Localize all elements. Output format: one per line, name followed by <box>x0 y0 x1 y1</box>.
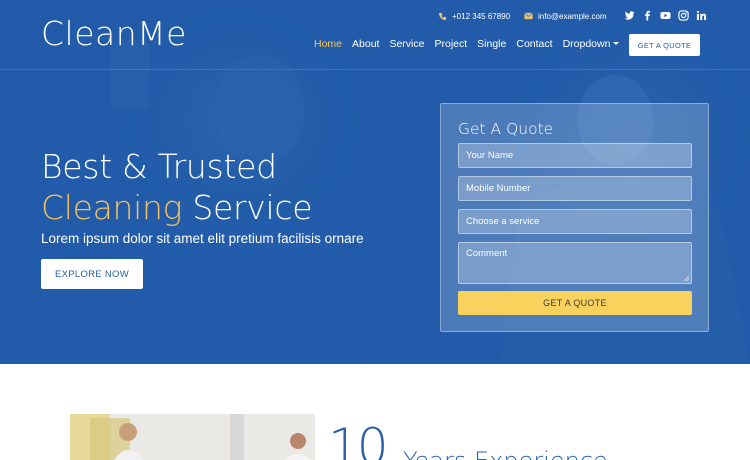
years-text: Years Experience <box>403 447 608 460</box>
quote-form-title: Get A Quote <box>458 120 554 138</box>
nav-single[interactable]: Single <box>477 38 506 50</box>
twitter-icon[interactable] <box>624 8 635 20</box>
name-field-placeholder: Your Name <box>466 150 514 161</box>
hero-headline-line1: Best & Trusted <box>41 147 277 186</box>
email-contact[interactable]: info@example.com <box>524 9 607 23</box>
nav-dropdown[interactable]: Dropdown <box>563 38 620 50</box>
phone-number: +012 345 67890 <box>452 11 511 21</box>
linkedin-icon[interactable] <box>696 8 707 21</box>
header-get-quote-button[interactable]: GET A QUOTE <box>629 34 700 56</box>
nav-about[interactable]: About <box>352 38 379 50</box>
mobile-field-placeholder: Mobile Number <box>466 183 531 194</box>
main-nav: Home About Service Project Single Contac… <box>314 38 629 50</box>
social-links <box>624 8 707 21</box>
chevron-down-icon <box>613 42 620 45</box>
service-select-placeholder: Choose a service <box>466 216 540 227</box>
years-number: 10 <box>328 418 389 460</box>
about-section: 10 Years Experience <box>0 364 750 460</box>
nav-dropdown-label: Dropdown <box>562 38 611 50</box>
hero-headline-highlight: Cleaning <box>41 188 183 227</box>
comment-textarea[interactable]: Comment <box>458 242 692 284</box>
nav-home[interactable]: Home <box>314 38 342 50</box>
hero-headline-line2: Cleaning Service <box>41 187 313 228</box>
facebook-icon[interactable] <box>642 8 653 21</box>
nav-contact[interactable]: Contact <box>516 38 552 50</box>
brand-logo[interactable]: CleanMe <box>41 14 187 53</box>
explore-now-button[interactable]: EXPLORE NOW <box>41 259 143 289</box>
instagram-icon[interactable] <box>678 8 689 21</box>
name-field[interactable]: Your Name <box>458 143 692 168</box>
comment-placeholder: Comment <box>466 248 508 259</box>
hero-section: CleanMe +012 345 67890 info@example.com … <box>0 0 750 364</box>
email-address: info@example.com <box>538 11 607 21</box>
submit-quote-button[interactable]: GET A QUOTE <box>458 291 692 315</box>
hero-subtitle: Lorem ipsum dolor sit amet elit pretium … <box>41 231 364 246</box>
header-divider <box>0 69 750 70</box>
resize-handle-icon[interactable] <box>684 276 689 281</box>
youtube-icon[interactable] <box>660 8 671 19</box>
hero-headline: Best & Trusted Cleaning Service <box>41 146 313 228</box>
mobile-field[interactable]: Mobile Number <box>458 176 692 201</box>
email-icon <box>524 12 533 20</box>
phone-icon <box>438 12 447 21</box>
phone-contact[interactable]: +012 345 67890 <box>438 9 510 23</box>
quote-form: Get A Quote Your Name Mobile Number Choo… <box>440 103 709 332</box>
hero-headline-rest: Service <box>182 188 313 227</box>
about-image <box>70 414 315 460</box>
nav-service[interactable]: Service <box>389 38 424 50</box>
nav-project[interactable]: Project <box>434 38 467 50</box>
service-select[interactable]: Choose a service <box>458 209 692 234</box>
